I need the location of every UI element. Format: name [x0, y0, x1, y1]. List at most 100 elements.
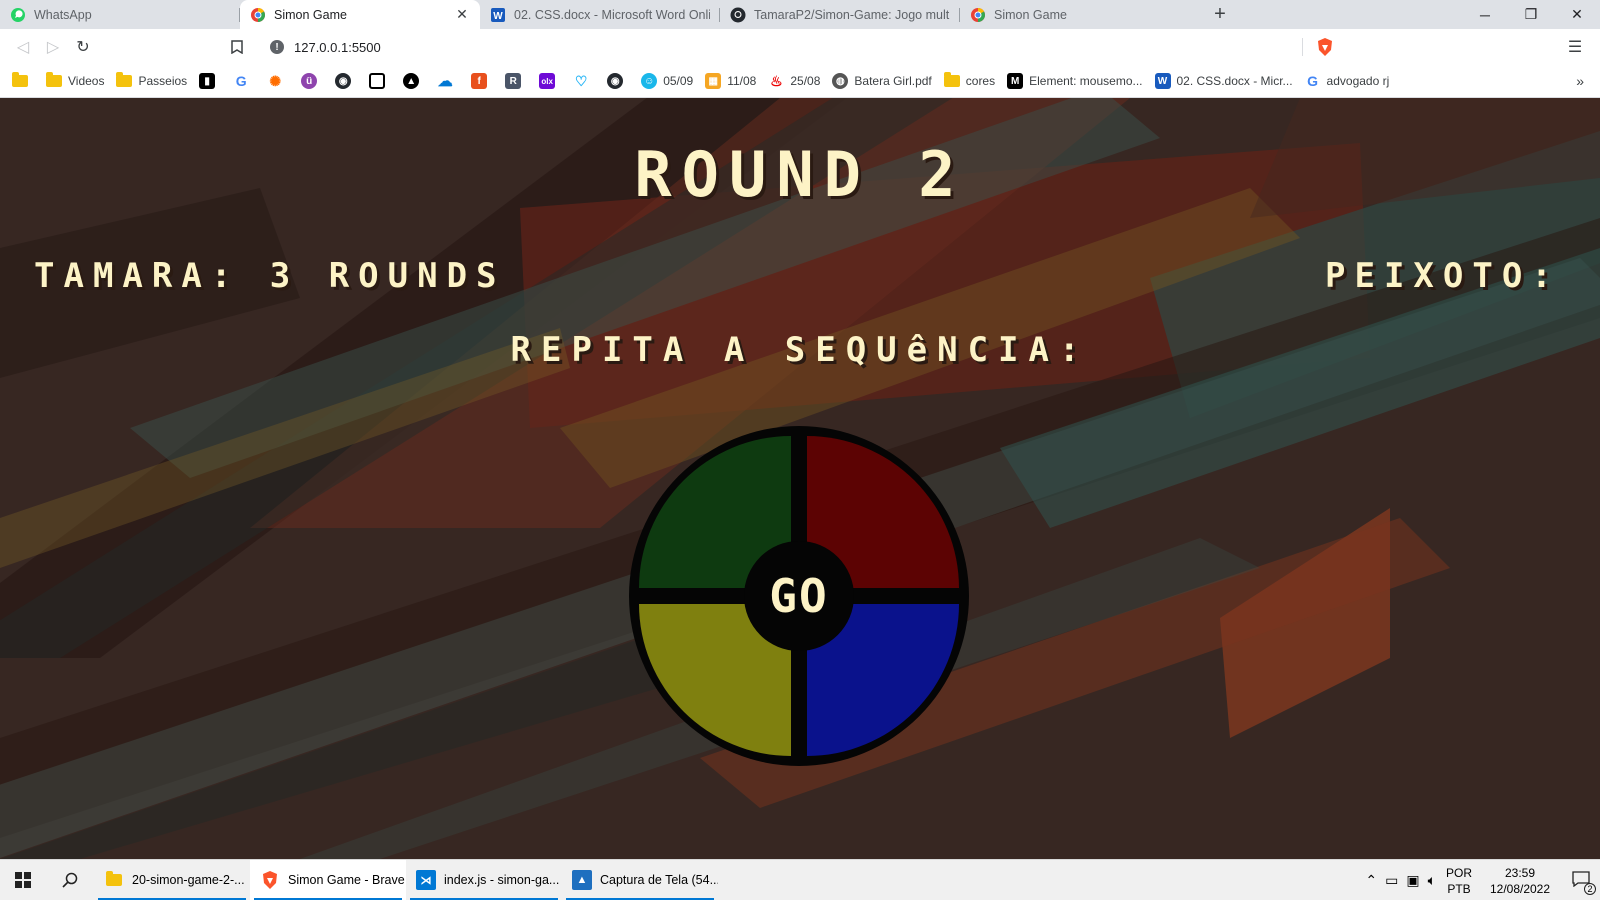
globe-icon — [970, 7, 986, 23]
tab-word-online[interactable]: W 02. CSS.docx - Microsoft Word Online — [480, 0, 720, 29]
clock-date: 12/08/2022 — [1489, 881, 1551, 896]
brave-shield-icon[interactable] — [1310, 32, 1340, 62]
bookmark-label: cores — [965, 74, 996, 88]
tab-whatsapp[interactable]: WhatsApp — [0, 0, 240, 29]
folder-icon — [104, 870, 124, 890]
close-tab-icon[interactable]: ✕ — [454, 6, 470, 23]
sun-icon: ✺ — [269, 72, 282, 89]
f-icon: f — [471, 73, 488, 89]
r-icon: R — [505, 73, 522, 89]
bookmark-2508[interactable]: ♨ 25/08 — [768, 73, 820, 89]
folder-icon — [46, 72, 62, 89]
bookmark-0509[interactable]: ☺ 05/09 — [641, 73, 693, 89]
taskbar-brave[interactable]: Simon Game - Brave — [250, 859, 406, 900]
url-text: 127.0.0.1:5500 — [294, 39, 381, 55]
taskbar-app-label: Simon Game - Brave — [288, 873, 405, 887]
folder-icon — [116, 72, 133, 89]
notification-count: 2 — [1584, 882, 1596, 895]
bookmark-github-2[interactable]: ◉ — [607, 73, 629, 89]
heart-icon: ♡ — [574, 72, 588, 89]
player2-score: PEIXOTO: — [1325, 256, 1561, 296]
github-icon: ◉ — [607, 73, 624, 89]
language-indicator[interactable]: POR PTB — [1446, 865, 1472, 897]
close-window-icon[interactable]: ✕ — [1554, 0, 1600, 29]
windows-start-icon[interactable] — [0, 860, 46, 900]
bookmark-f[interactable]: f — [471, 73, 493, 89]
go-button[interactable]: GO — [744, 541, 854, 651]
clock[interactable]: 23:59 12/08/2022 — [1484, 865, 1556, 897]
bookmark-word[interactable]: W 02. CSS.docx - Micr... — [1154, 73, 1293, 89]
language-bottom: PTB — [1447, 881, 1471, 896]
bookmark-sun[interactable]: ✺ — [267, 73, 289, 89]
menu-icon[interactable]: ☰ — [1560, 32, 1590, 62]
bookmark-cloud[interactable]: ☁ — [437, 73, 459, 90]
taskbar-app-label: Captura de Tela (54... — [600, 873, 718, 887]
info-icon[interactable]: ! — [270, 40, 284, 54]
triangle-icon: ▲ — [403, 73, 420, 89]
bookmark-advogado[interactable]: Gadvogado rj — [1305, 73, 1389, 89]
tab-title: 02. CSS.docx - Microsoft Word Online — [514, 7, 710, 22]
shield-icon: ü — [301, 73, 318, 89]
taskbar-explorer[interactable]: 20-simon-game-2-... — [94, 860, 250, 900]
word-icon: W — [1154, 73, 1171, 89]
taskbar-vscode[interactable]: ⋊ index.js - simon-ga... — [406, 860, 562, 900]
bookmark-label: 25/08 — [790, 74, 821, 88]
tab-bar: WhatsApp Simon Game ✕ W 02. CSS.docx - M… — [0, 0, 1600, 29]
santander-icon: ♨ — [770, 72, 783, 89]
bookmark-google[interactable]: G — [233, 73, 255, 89]
bookmark-heart[interactable]: ♡ — [573, 73, 595, 89]
tab-github[interactable]: TamaraP2/Simon-Game: Jogo multipla — [720, 0, 960, 29]
google-icon: G — [235, 73, 247, 89]
instruction-text: REPITA A SEQUêNCIA: — [510, 330, 1090, 370]
bookmark-label: 02. CSS.docx - Micr... — [1176, 74, 1293, 88]
taskbar-photos[interactable]: ▲ Captura de Tela (54... — [562, 860, 718, 900]
bookmark-label: 11/08 — [727, 74, 757, 88]
bookmark-book[interactable]: ▮ — [199, 73, 221, 89]
round-title: ROUND 2 — [634, 138, 966, 211]
bookmark-mdn[interactable]: M Element: mousemo... — [1007, 73, 1143, 89]
windows-taskbar: 20-simon-game-2-... Simon Game - Brave ⋊… — [0, 859, 1600, 900]
new-tab-button[interactable]: + — [1200, 0, 1240, 29]
bookmark-label: 05/09 — [663, 74, 694, 88]
svg-text:W: W — [493, 11, 503, 22]
tab-title: TamaraP2/Simon-Game: Jogo multipla — [754, 7, 950, 22]
player1-score: TAMARA: 3 ROUNDS — [34, 256, 506, 296]
window-controls: ─ ❐ ✕ — [1462, 0, 1600, 29]
reload-icon[interactable]: ↻ — [68, 32, 98, 62]
square-icon — [369, 73, 386, 89]
forward-arrow-icon[interactable]: ▷ — [38, 32, 68, 62]
bookmark-1108[interactable]: ▦ 11/08 — [705, 73, 756, 89]
search-icon[interactable] — [46, 860, 94, 900]
bookmark-cores[interactable]: cores — [943, 72, 996, 89]
restore-icon[interactable]: ❐ — [1508, 0, 1554, 29]
bookmark-shield[interactable]: ü — [301, 73, 323, 89]
more-bookmarks-icon[interactable]: » — [1576, 73, 1584, 89]
tab-simon-game-active[interactable]: Simon Game ✕ — [240, 0, 480, 29]
notification-icon[interactable]: 2 — [1568, 870, 1596, 895]
bookmark-folder[interactable] — [12, 72, 34, 89]
tab-simon-game-2[interactable]: Simon Game — [960, 0, 1200, 29]
bookmark-videos[interactable]: Videos — [46, 72, 104, 89]
simon-board: GO — [629, 426, 969, 766]
bookmark-batera[interactable]: ◍ Batera Girl.pdf — [832, 73, 932, 89]
navigation-bar: ◁ ▷ ↻ ! 127.0.0.1:5500 ☰ — [0, 29, 1600, 65]
bookmark-square[interactable] — [369, 73, 391, 89]
bookmark-label: Batera Girl.pdf — [854, 74, 932, 88]
globe-icon: ◍ — [832, 73, 849, 89]
volume-icon[interactable]: 🔈︎ — [1428, 872, 1436, 889]
chevron-up-icon[interactable]: ⌃ — [1365, 872, 1377, 889]
bookmark-github[interactable]: ◉ — [335, 73, 357, 89]
bookmark-icon[interactable] — [222, 32, 252, 62]
tab-title: Simon Game — [994, 7, 1067, 22]
address-bar[interactable]: ! 127.0.0.1:5500 — [256, 32, 1340, 62]
github-icon: ◉ — [335, 73, 352, 89]
battery-icon[interactable]: ▭ — [1385, 872, 1398, 889]
bookmark-olx[interactable]: olx — [539, 73, 561, 89]
network-icon[interactable]: ▣ — [1406, 872, 1419, 889]
minimize-icon[interactable]: ─ — [1462, 0, 1508, 29]
bookmark-passeios[interactable]: Passeios — [116, 72, 187, 89]
bookmark-r[interactable]: R — [505, 73, 527, 89]
bookmark-triangle[interactable]: ▲ — [403, 73, 425, 89]
word-icon: W — [490, 7, 506, 23]
back-arrow-icon[interactable]: ◁ — [8, 32, 38, 62]
